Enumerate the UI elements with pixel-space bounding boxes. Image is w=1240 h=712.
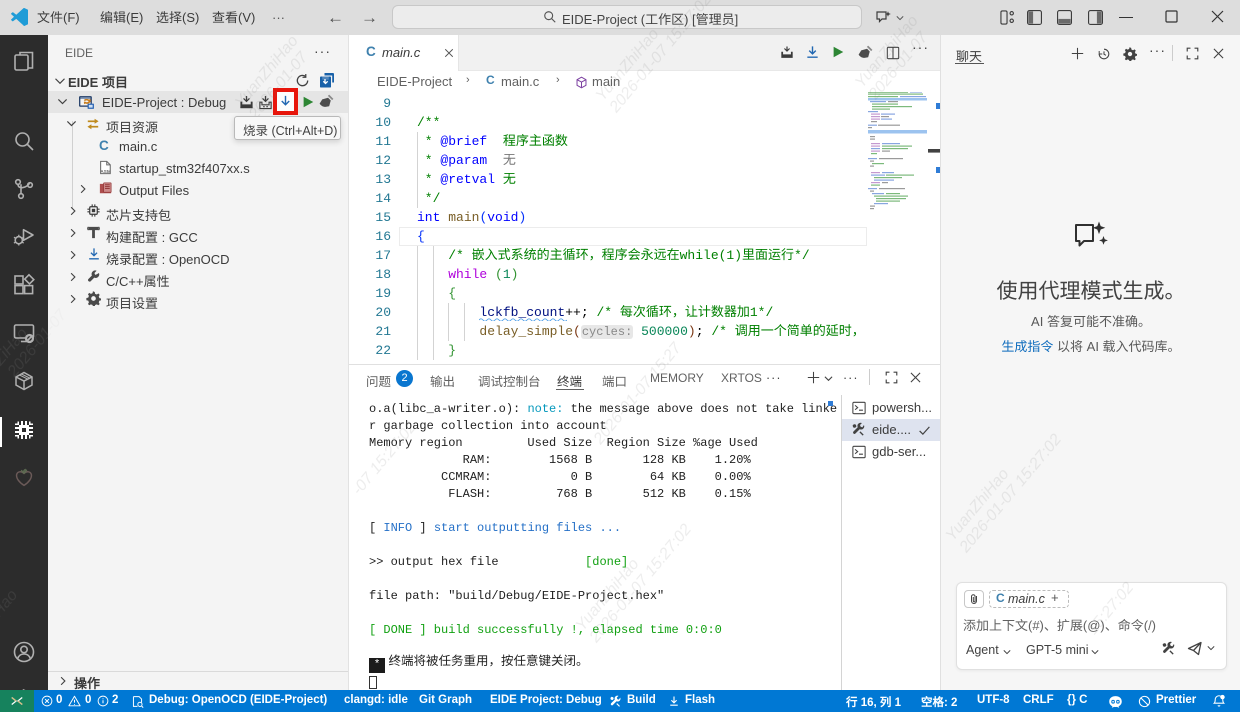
svg-text:ASM: ASM xyxy=(100,169,111,175)
